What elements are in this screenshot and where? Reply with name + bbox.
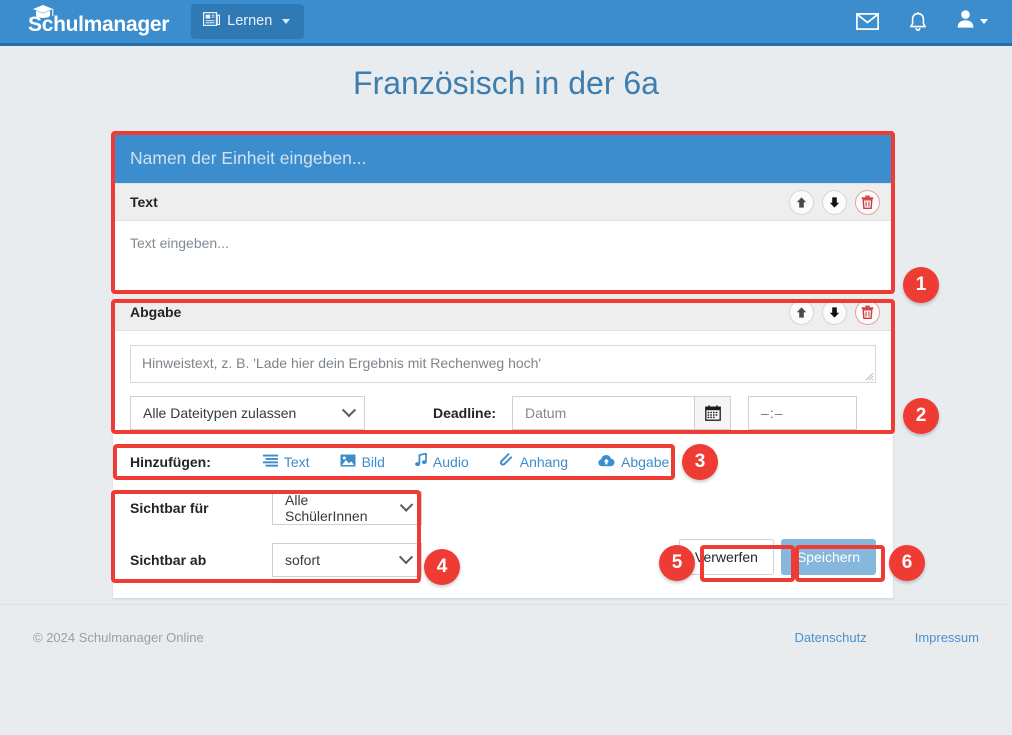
cloud-upload-icon <box>598 454 615 470</box>
visible-from-select[interactable]: sofort <box>272 542 422 577</box>
deadline-time-value: –:– <box>761 405 784 421</box>
footer-settings-area: Sichtbar für Alle SchülerInnen Sichtbar … <box>113 482 893 598</box>
add-audio-button[interactable]: Audio <box>415 452 469 470</box>
chevron-down-icon <box>398 549 414 564</box>
nav-menu-lernen[interactable]: Lernen <box>191 4 305 39</box>
chevron-down-icon <box>399 497 414 512</box>
block-text-title: Text <box>130 194 158 210</box>
user-icon <box>957 10 974 33</box>
deadline-label: Deadline: <box>433 405 497 421</box>
deadline-date-group: Datum <box>512 396 732 430</box>
arrow-down-icon[interactable] <box>822 299 847 325</box>
add-audio-label: Audio <box>432 453 469 470</box>
chevron-down-icon <box>341 403 357 418</box>
arrow-up-icon[interactable] <box>789 299 814 325</box>
calendar-icon[interactable] <box>694 396 732 430</box>
brand-logo[interactable]: Schulmanager <box>28 5 169 35</box>
unit-editor-card: Namen der Einheit eingeben... Text Text … <box>113 133 893 598</box>
block-text-header: Text <box>113 183 893 221</box>
visible-for-value: Alle SchülerInnen <box>285 491 368 524</box>
add-row-label: Hinzufügen: <box>130 453 211 470</box>
page-footer: © 2024 Schulmanager Online Datenschutz I… <box>0 604 1012 735</box>
chevron-down-icon <box>980 19 988 24</box>
footer-copyright: © 2024 Schulmanager Online <box>33 630 204 645</box>
unit-title-placeholder: Namen der Einheit eingeben... <box>130 147 367 168</box>
footer-link-imprint[interactable]: Impressum <box>915 630 979 645</box>
add-abgabe-button[interactable]: Abgabe <box>598 454 669 470</box>
visibility-settings: Sichtbar für Alle SchülerInnen Sichtbar … <box>130 488 422 579</box>
arrow-down-icon[interactable] <box>822 189 847 215</box>
block-abgabe-tools <box>789 299 880 325</box>
visible-from-label: Sichtbar ab <box>130 551 207 568</box>
filetypes-value: Alle Dateitypen zulassen <box>143 405 297 421</box>
annotation-badge-6: 6 <box>889 545 925 581</box>
add-anhang-button[interactable]: Anhang <box>499 453 568 470</box>
visibility-row-gap <box>130 527 422 540</box>
block-abgabe-body: Hinweistext, z. B. 'Lade hier dein Ergeb… <box>113 331 893 442</box>
trash-icon[interactable] <box>855 299 880 325</box>
block-text: Text Text eingeben... <box>113 183 893 293</box>
annotation-badge-1: 1 <box>903 267 939 303</box>
add-bild-button[interactable]: Bild <box>340 454 385 470</box>
bell-icon[interactable] <box>909 11 927 32</box>
chevron-down-icon <box>282 18 291 24</box>
add-text-label: Text <box>283 453 310 470</box>
add-bild-label: Bild <box>361 453 385 470</box>
paperclip-icon <box>499 453 514 470</box>
abgabe-settings-row: Alle Dateitypen zulassen Deadline: Datum <box>130 396 876 430</box>
page-title: Französisch in der 6a <box>353 65 659 101</box>
footer-links: Datenschutz Impressum <box>794 630 979 645</box>
image-icon <box>340 454 356 470</box>
deadline-date-input[interactable]: Datum <box>512 396 695 430</box>
graduation-cap-icon <box>32 4 54 25</box>
add-anhang-label: Anhang <box>519 453 569 470</box>
save-button[interactable]: Speichern <box>780 539 876 575</box>
newspaper-icon <box>202 12 221 30</box>
text-lines-icon <box>262 454 278 470</box>
deadline-time-input[interactable]: –:– <box>748 396 858 430</box>
block-text-editor[interactable]: Text eingeben... <box>113 221 893 293</box>
block-abgabe-title: Abgabe <box>130 304 182 320</box>
visible-for-label: Sichtbar für <box>130 499 209 516</box>
annotation-badge-2: 2 <box>903 398 939 434</box>
add-row-items: Text Bild Audio Anhang Abgabe <box>262 452 669 470</box>
footer-link-privacy[interactable]: Datenschutz <box>794 630 866 645</box>
visible-for-select[interactable]: Alle SchülerInnen <box>272 490 422 525</box>
trash-icon[interactable] <box>855 189 880 215</box>
visible-from-value: sofort <box>285 551 321 568</box>
add-element-row: Hinzufügen: Text Bild Audio Anhang Abgab… <box>113 442 893 482</box>
nav-menu-label: Lernen <box>227 12 273 29</box>
discard-button[interactable]: Verwerfen <box>678 539 774 575</box>
action-buttons: Verwerfen Speichern <box>678 539 876 575</box>
visible-for-row: Sichtbar für Alle SchülerInnen <box>130 488 422 527</box>
block-abgabe: Abgabe Hinweistext, z. B. 'Lade hier dei… <box>113 293 893 442</box>
unit-title-input[interactable]: Namen der Einheit eingeben... <box>113 133 893 183</box>
music-note-icon <box>415 452 427 470</box>
filetypes-select[interactable]: Alle Dateitypen zulassen <box>130 396 365 430</box>
add-abgabe-label: Abgabe <box>621 453 670 470</box>
envelope-icon[interactable] <box>856 13 879 30</box>
top-navbar: Schulmanager Lernen <box>0 0 1012 46</box>
abgabe-hint-input[interactable]: Hinweistext, z. B. 'Lade hier dein Ergeb… <box>130 345 876 383</box>
user-menu[interactable] <box>957 10 988 33</box>
block-text-placeholder: Text eingeben... <box>130 235 229 251</box>
add-text-button[interactable]: Text <box>262 453 310 470</box>
navbar-actions <box>856 10 988 33</box>
visible-from-row: Sichtbar ab sofort <box>130 540 422 579</box>
arrow-up-icon[interactable] <box>789 189 814 215</box>
block-text-tools <box>789 189 880 215</box>
deadline-date-placeholder: Datum <box>525 405 567 421</box>
abgabe-hint-placeholder: Hinweistext, z. B. 'Lade hier dein Ergeb… <box>142 355 542 371</box>
block-abgabe-header: Abgabe <box>113 293 893 331</box>
